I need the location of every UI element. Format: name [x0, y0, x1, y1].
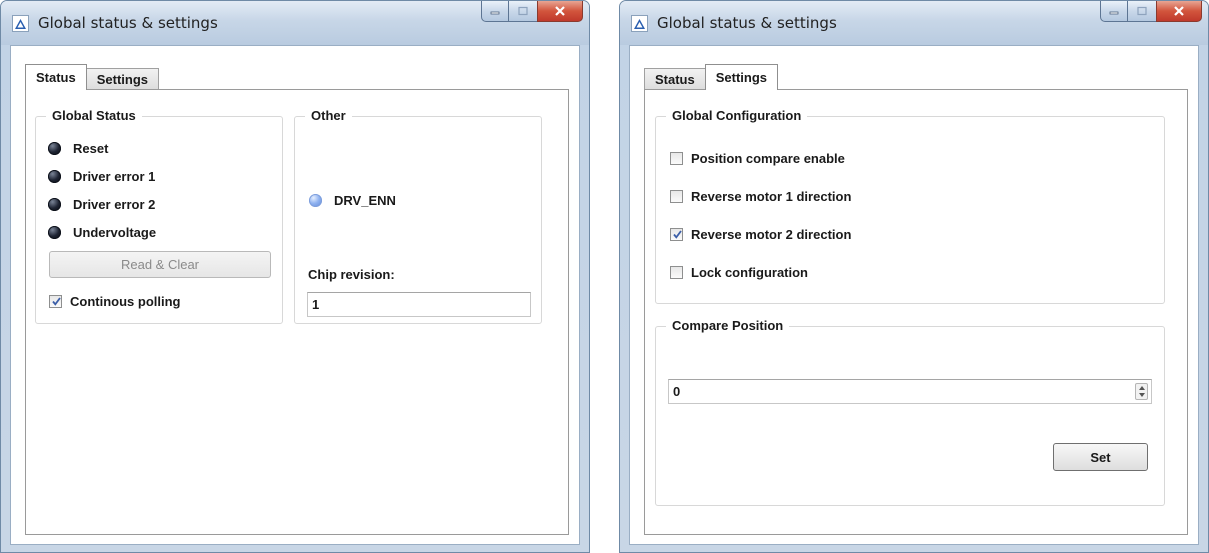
maximize-icon — [518, 6, 528, 16]
window-title: Global status & settings — [38, 14, 218, 32]
indicator-driver-error-2: Driver error 2 — [48, 195, 155, 213]
group-title: Compare Position — [666, 318, 790, 334]
compare-position-field[interactable]: 0 — [668, 379, 1152, 404]
caption-buttons — [1100, 1, 1202, 23]
indicator-undervoltage: Undervoltage — [48, 223, 156, 241]
group-title: Global Configuration — [666, 108, 808, 124]
chip-revision-field[interactable]: 1 — [307, 292, 531, 317]
minimize-icon — [1109, 11, 1119, 15]
app-icon — [631, 15, 648, 32]
checkbox-label: Position compare enable — [691, 150, 845, 166]
tab-status[interactable]: Status — [644, 68, 706, 90]
close-icon — [1174, 6, 1184, 16]
checkbox-icon[interactable] — [670, 151, 683, 165]
compare-position-value: 0 — [673, 384, 681, 399]
set-button[interactable]: Set — [1053, 443, 1148, 471]
led-icon — [48, 225, 61, 239]
app-icon — [12, 15, 29, 32]
maximize-button[interactable] — [509, 1, 537, 22]
indicator-reset: Reset — [48, 139, 108, 157]
spin-up-icon[interactable] — [1138, 385, 1145, 390]
minimize-button[interactable] — [481, 1, 509, 22]
reverse-motor-1-checkbox[interactable]: Reverse motor 1 direction — [670, 187, 851, 205]
title-bar[interactable]: Global status & settings — [620, 1, 1208, 45]
group-title: Other — [305, 108, 352, 124]
minimize-button[interactable] — [1100, 1, 1128, 22]
checkbox-label: Lock configuration — [691, 264, 808, 280]
maximize-button[interactable] — [1128, 1, 1156, 22]
indicator-label: Undervoltage — [73, 224, 157, 240]
caption-buttons — [481, 1, 583, 23]
lock-configuration-checkbox[interactable]: Lock configuration — [670, 263, 808, 281]
global-configuration-group: Global Configuration Position compare en… — [655, 108, 1165, 304]
checkbox-label: Reverse motor 1 direction — [691, 188, 852, 204]
indicator-label: DRV_ENN — [334, 192, 396, 208]
checkbox-label: Reverse motor 2 direction — [691, 226, 852, 242]
close-button[interactable] — [1156, 1, 1202, 22]
tab-status[interactable]: Status — [25, 64, 87, 90]
spin-down-icon[interactable] — [1138, 393, 1145, 398]
chip-revision-label: Chip revision: — [308, 267, 395, 282]
indicator-label: Reset — [73, 140, 109, 156]
settings-panel: Global Configuration Position compare en… — [644, 89, 1188, 535]
led-icon — [48, 197, 61, 211]
led-icon — [309, 193, 322, 207]
checkbox-label: Continous polling — [70, 293, 181, 309]
tab-bar: Status Settings — [644, 64, 779, 90]
window-title: Global status & settings — [657, 14, 837, 32]
tab-settings[interactable]: Settings — [85, 68, 160, 90]
indicator-label: Driver error 2 — [73, 196, 156, 212]
indicator-label: Driver error 1 — [73, 168, 156, 184]
other-group: Other DRV_ENN Chip revision: 1 — [294, 108, 542, 324]
close-button[interactable] — [537, 1, 583, 22]
checkbox-icon[interactable] — [670, 189, 683, 203]
close-icon — [555, 6, 565, 16]
window-client: Status Settings Global Configuration Pos… — [629, 45, 1199, 545]
continuous-polling-checkbox[interactable]: Continous polling — [49, 292, 180, 310]
compare-position-group: Compare Position 0 Set — [655, 318, 1165, 506]
global-status-group: Global Status Reset Driver error 1 Drive… — [35, 108, 283, 324]
read-clear-button[interactable]: Read & Clear — [49, 251, 271, 278]
checkbox-icon[interactable] — [670, 265, 683, 279]
checkbox-icon[interactable] — [670, 227, 683, 241]
status-window: Global status & settings Status Settings… — [0, 0, 590, 553]
window-client: Status Settings Global Status Reset Driv… — [10, 45, 580, 545]
maximize-icon — [1137, 6, 1147, 16]
tab-bar: Status Settings — [25, 64, 160, 90]
indicator-drv-enn: DRV_ENN — [309, 191, 396, 209]
spinner-icon[interactable] — [1135, 383, 1148, 400]
position-compare-checkbox[interactable]: Position compare enable — [670, 149, 845, 167]
checkbox-icon[interactable] — [49, 294, 62, 308]
minimize-icon — [490, 11, 500, 15]
title-bar[interactable]: Global status & settings — [1, 1, 589, 45]
tab-settings[interactable]: Settings — [704, 64, 779, 90]
led-icon — [48, 169, 61, 183]
led-icon — [48, 141, 61, 155]
reverse-motor-2-checkbox[interactable]: Reverse motor 2 direction — [670, 225, 851, 243]
status-panel: Global Status Reset Driver error 1 Drive… — [25, 89, 569, 535]
indicator-driver-error-1: Driver error 1 — [48, 167, 155, 185]
group-title: Global Status — [46, 108, 142, 124]
settings-window: Global status & settings Status Settings… — [619, 0, 1209, 553]
